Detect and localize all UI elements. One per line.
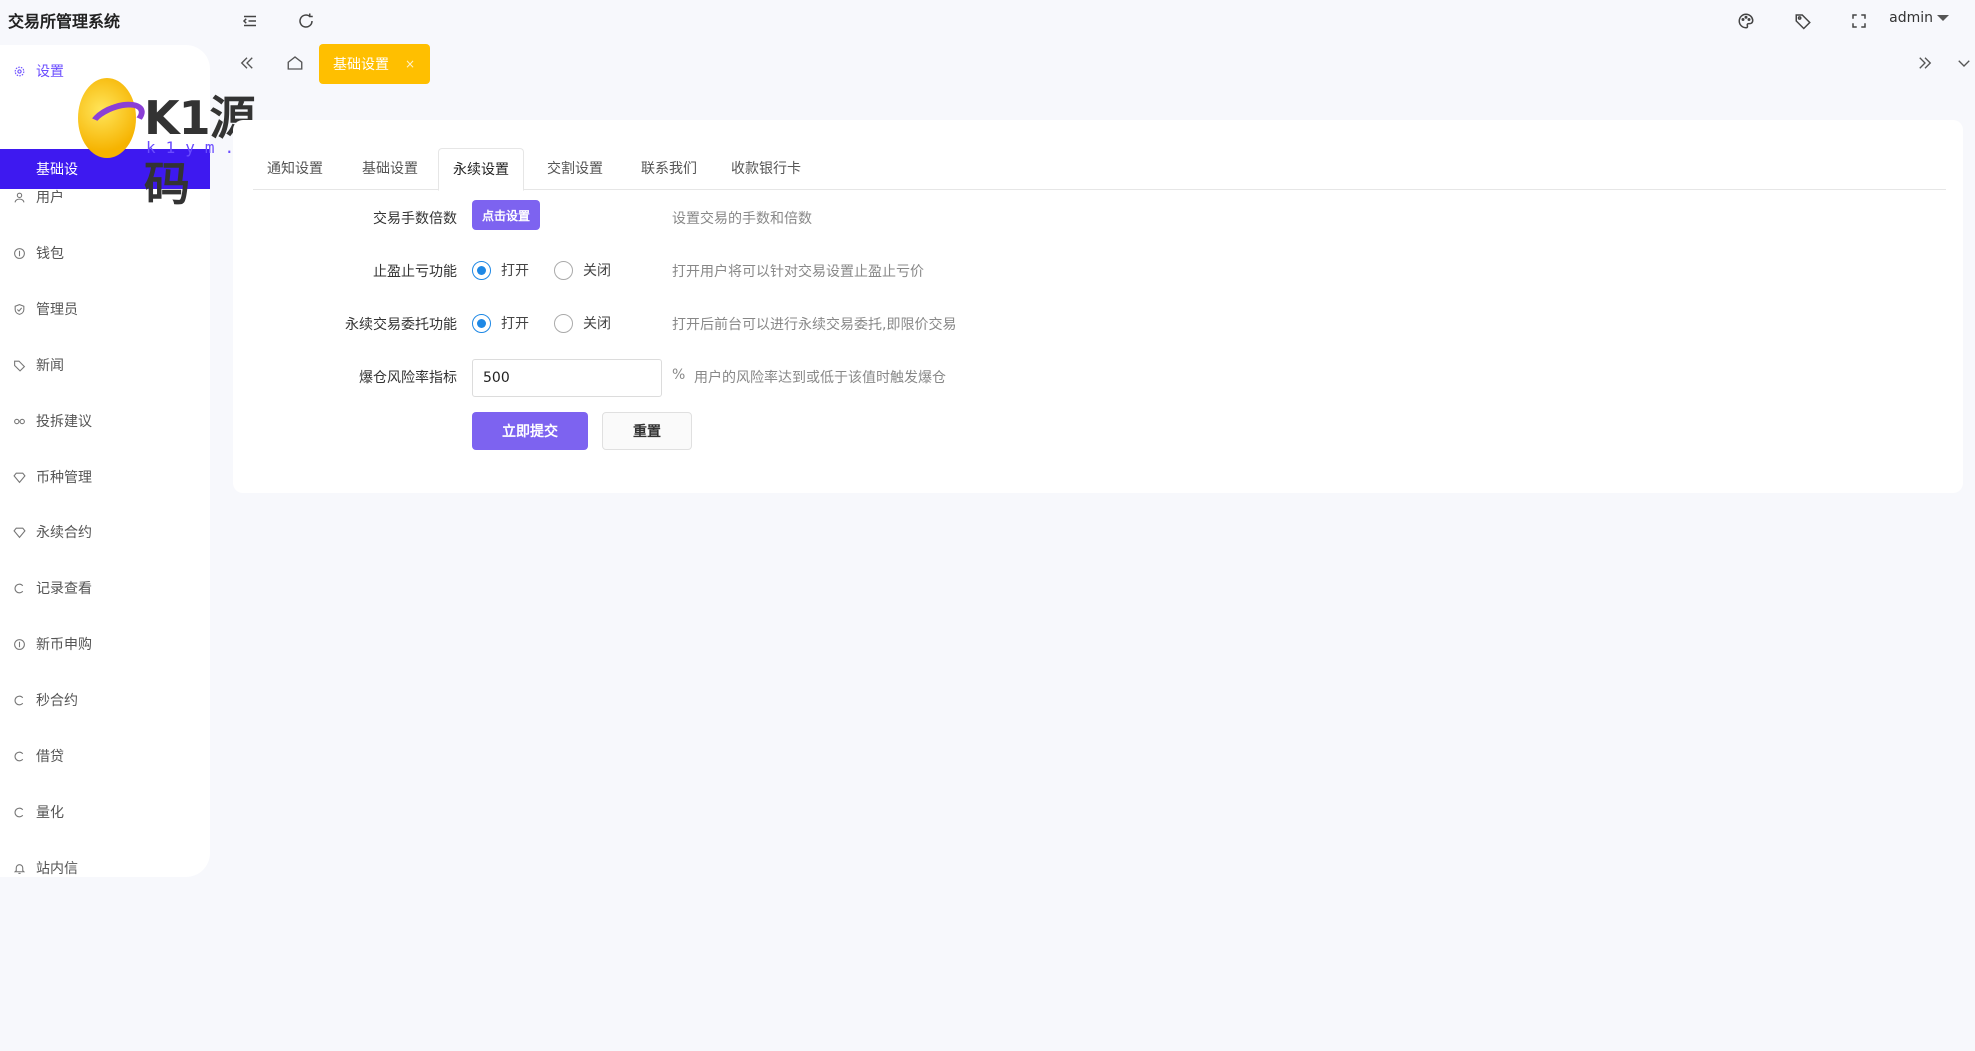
app-title: 交易所管理系统 [8, 12, 121, 31]
sidebar-item-feedback[interactable]: 投拆建议 [0, 401, 210, 441]
tab-perpetual[interactable]: 永续设置 [438, 148, 524, 191]
sidebar-item-label: 管理员 [36, 302, 78, 318]
fee-label: 交易手数倍数 [373, 211, 457, 227]
shield-icon [12, 302, 26, 316]
reset-button[interactable]: 重置 [602, 412, 692, 450]
coin-icon [12, 246, 26, 260]
sidebar-item-currency[interactable]: 币种管理 [0, 457, 210, 497]
page-tab-basic-settings[interactable]: 基础设置 × [319, 44, 430, 84]
radio-unchecked-icon [554, 313, 573, 333]
sidebar-item-perpetual[interactable]: 永续合约 [0, 512, 210, 552]
logo-emblem [78, 78, 136, 158]
sidebar-item-label: 币种管理 [36, 470, 92, 486]
entrust-off-radio[interactable]: 关闭 [554, 313, 611, 333]
chevron-down-icon[interactable] [1953, 52, 1975, 74]
radio-label: 打开 [501, 316, 529, 332]
fullscreen-icon[interactable] [1848, 10, 1870, 32]
tab-delivery[interactable]: 交割设置 [533, 148, 617, 190]
tag-icon [12, 358, 26, 372]
sidebar-item-label: 站内信 [36, 861, 78, 877]
risk-unit: % [672, 367, 686, 383]
submit-button[interactable]: 立即提交 [472, 412, 588, 450]
sidebar-item-label: 永续合约 [36, 525, 92, 541]
circle-icon [12, 693, 26, 707]
link-icon [12, 414, 26, 428]
sidebar-item-label: 记录查看 [36, 581, 92, 597]
sidebar-item-label: 用户 [36, 190, 64, 206]
fee-setting-button[interactable]: 点击设置 [472, 200, 540, 230]
sidebar-item-label: 投拆建议 [36, 414, 92, 430]
tag-icon[interactable] [1792, 10, 1814, 32]
coin-icon [12, 637, 26, 651]
sidebar-item-admin[interactable]: 管理员 [0, 289, 210, 329]
radio-label: 关闭 [583, 316, 611, 332]
circle-icon [12, 581, 26, 595]
scroll-left-icon[interactable] [236, 52, 258, 74]
top-bar: 交易所管理系统 admin [0, 0, 1975, 40]
sidebar-item-ipo[interactable]: 新币申购 [0, 624, 210, 664]
diamond-icon [12, 525, 26, 539]
sidebar-item-quant[interactable]: 量化 [0, 792, 210, 832]
user-icon [12, 190, 26, 204]
close-icon[interactable]: × [405, 57, 415, 71]
fee-hint: 设置交易的手数和倍数 [672, 211, 812, 227]
sidebar-item-label: 秒合约 [36, 693, 78, 709]
home-icon[interactable] [284, 52, 306, 74]
circle-icon [12, 805, 26, 819]
radio-checked-icon [472, 313, 491, 333]
sidebar-item-label: 钱包 [36, 246, 64, 262]
circle-icon [12, 749, 26, 763]
settings-tabs: 通知设置 基础设置 永续设置 交割设置 联系我们 收款银行卡 [253, 148, 1946, 191]
stop-hint: 打开用户将可以针对交易设置止盈止亏价 [672, 264, 924, 280]
radio-unchecked-icon [554, 260, 573, 280]
tab-notification[interactable]: 通知设置 [253, 148, 337, 190]
sidebar-item-label: 设置 [36, 64, 64, 80]
page-tab-label: 基础设置 [333, 57, 389, 73]
entrust-label: 永续交易委托功能 [345, 317, 457, 333]
stop-off-radio[interactable]: 关闭 [554, 260, 611, 280]
sidebar-item-label: 借贷 [36, 749, 64, 765]
stop-label: 止盈止亏功能 [373, 264, 457, 280]
entrust-hint: 打开后前台可以进行永续交易委托,即限价交易 [672, 317, 957, 333]
caret-down-icon [1937, 15, 1949, 21]
palette-icon[interactable] [1735, 10, 1757, 32]
sidebar-item-records[interactable]: 记录查看 [0, 568, 210, 608]
sidebar-item-label: 新闻 [36, 358, 64, 374]
sidebar-item-label: 新币申购 [36, 637, 92, 653]
refresh-icon[interactable] [295, 10, 317, 32]
sidebar-item-seconds-contract[interactable]: 秒合约 [0, 680, 210, 720]
tab-bank-card[interactable]: 收款银行卡 [717, 148, 815, 190]
risk-hint: 用户的风险率达到或低于该值时触发爆仓 [694, 370, 946, 386]
tab-contact[interactable]: 联系我们 [627, 148, 711, 190]
user-name: admin [1889, 10, 1933, 26]
radio-checked-icon [472, 260, 491, 280]
user-menu[interactable]: admin [1889, 10, 1949, 26]
entrust-on-radio[interactable]: 打开 [472, 313, 529, 333]
risk-input[interactable] [472, 359, 662, 397]
gear-icon [12, 64, 26, 78]
sidebar-item-loan[interactable]: 借贷 [0, 736, 210, 776]
sidebar-item-wallet[interactable]: 钱包 [0, 233, 210, 273]
settings-card: 通知设置 基础设置 永续设置 交割设置 联系我们 收款银行卡 交易手数倍数 点击… [233, 120, 1963, 493]
radio-label: 关闭 [583, 263, 611, 279]
risk-label: 爆仓风险率指标 [359, 370, 457, 386]
sidebar-item-news[interactable]: 新闻 [0, 345, 210, 385]
menu-fold-icon[interactable] [239, 10, 261, 32]
diamond-icon [12, 470, 26, 484]
tab-basic[interactable]: 基础设置 [348, 148, 432, 190]
sidebar-item-messages[interactable]: 站内信 [0, 848, 210, 888]
radio-label: 打开 [501, 263, 529, 279]
scroll-right-icon[interactable] [1914, 52, 1936, 74]
sidebar-item-label: 量化 [36, 805, 64, 821]
bell-icon [12, 861, 26, 875]
stop-on-radio[interactable]: 打开 [472, 260, 529, 280]
